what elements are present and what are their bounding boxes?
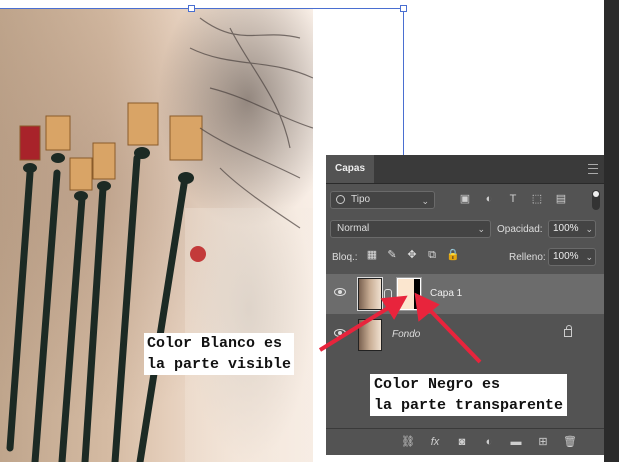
cross-6 [169, 115, 203, 161]
cross-4 [92, 142, 116, 180]
staffs-artwork [6, 17, 313, 462]
adjustment-layer-icon[interactable]: ◐ [482, 435, 496, 449]
visibility-eye-icon[interactable] [334, 329, 346, 337]
layer-thumbnail[interactable] [358, 319, 382, 351]
blend-row: Normal ⌄ Opacidad: 100% ⌄ [326, 218, 604, 242]
panel-footer: ⛓ fx ◙ ◐ ▬ ⊞ 🗑 [326, 428, 604, 455]
layer-row-capa-1[interactable]: Capa 1 [326, 274, 604, 314]
annotation-black-line-2: la parte transparente [374, 397, 564, 414]
layer-thumbnail[interactable] [357, 277, 383, 311]
cross-3 [69, 157, 93, 191]
mask-link-icon[interactable] [384, 289, 392, 300]
chevron-down-icon: ⌄ [585, 252, 593, 262]
blend-mode-value: Normal [337, 223, 370, 234]
cross-5 [127, 102, 159, 146]
opacity-field[interactable]: 100% ⌄ [548, 220, 596, 238]
lock-all-icon[interactable]: 🔒 [446, 249, 460, 261]
filter-toggle[interactable] [592, 190, 600, 210]
fill-label: Relleno: [509, 252, 546, 263]
search-icon [336, 195, 345, 204]
fill-field[interactable]: 100% ⌄ [548, 248, 596, 266]
blend-mode-select[interactable]: Normal ⌄ [330, 220, 491, 238]
staff-3 [58, 194, 86, 462]
lock-pixels-icon[interactable]: ✎ [386, 249, 398, 261]
layer-mask-thumbnail[interactable] [396, 277, 422, 311]
adjustment-filter-icon[interactable]: ◐ [482, 193, 496, 205]
lock-row: Bloq.: ▦ ✎ ✥ ⧉ 🔒 Relleno: 100% ⌄ [326, 246, 604, 268]
smart-object-filter-icon[interactable]: ▤ [554, 193, 568, 205]
filter-label: Tipo [351, 194, 371, 205]
fx-icon[interactable]: fx [428, 435, 442, 449]
lock-artboard-icon[interactable]: ⧉ [426, 249, 438, 261]
new-layer-icon[interactable]: ⊞ [536, 435, 550, 449]
transform-handle-top-right[interactable] [400, 5, 407, 12]
pixel-filter-icon[interactable]: ▣ [458, 193, 472, 205]
document-canvas[interactable] [0, 8, 313, 462]
transform-box-top-edge[interactable] [0, 8, 403, 9]
transform-handle-top-center[interactable] [188, 5, 195, 12]
fill-value: 100% [553, 251, 579, 262]
staff-2 [31, 169, 61, 462]
annotation-black-note: Color Negro es la parte transparente [370, 374, 568, 416]
staff-1 [6, 169, 34, 452]
lock-position-icon[interactable]: ✥ [406, 249, 418, 261]
staff-4 [81, 184, 107, 462]
transform-box-right-edge[interactable] [403, 8, 404, 158]
lock-icon [564, 325, 572, 337]
chevron-down-icon: ⌄ [421, 196, 429, 206]
tab-capas[interactable]: Capas [326, 155, 374, 183]
chevron-down-icon: ⌄ [477, 224, 485, 234]
add-mask-icon[interactable]: ◙ [455, 435, 469, 449]
link-layers-icon[interactable]: ⛓ [401, 435, 415, 449]
lock-transparency-icon[interactable]: ▦ [366, 249, 378, 261]
lock-label: Bloq.: [332, 252, 358, 263]
layer-name[interactable]: Fondo [392, 329, 420, 340]
trash-icon[interactable]: 🗑 [563, 435, 577, 449]
chevron-down-icon: ⌄ [585, 224, 593, 234]
layer-name[interactable]: Capa 1 [430, 288, 462, 299]
panel-header: Capas [326, 155, 604, 184]
annotation-white-line-2: la parte visible [147, 356, 292, 373]
staff-5 [111, 154, 141, 462]
annotation-white-note: Color Blanco es la parte visible [144, 333, 295, 375]
opacity-label: Opacidad: [497, 224, 543, 235]
opacity-value: 100% [553, 223, 579, 234]
filter-row: Tipo ⌄ ▣ ◐ T ⬚ ▤ [326, 188, 604, 212]
workspace-dark-strip [604, 0, 619, 462]
type-filter-icon[interactable]: T [506, 193, 520, 205]
annotation-black-line-1: Color Negro es [374, 376, 501, 393]
panel-menu-icon[interactable] [588, 164, 598, 174]
group-folder-icon[interactable]: ▬ [509, 435, 523, 449]
annotation-white-line-1: Color Blanco es [147, 335, 283, 352]
cross-2 [45, 115, 71, 151]
cross-1 [19, 125, 41, 161]
layer-row-fondo[interactable]: Fondo [326, 315, 604, 355]
visibility-eye-icon[interactable] [334, 288, 346, 296]
shape-filter-icon[interactable]: ⬚ [530, 193, 544, 205]
staff-6 [136, 174, 189, 462]
layer-filter-select[interactable]: Tipo ⌄ [330, 191, 435, 209]
